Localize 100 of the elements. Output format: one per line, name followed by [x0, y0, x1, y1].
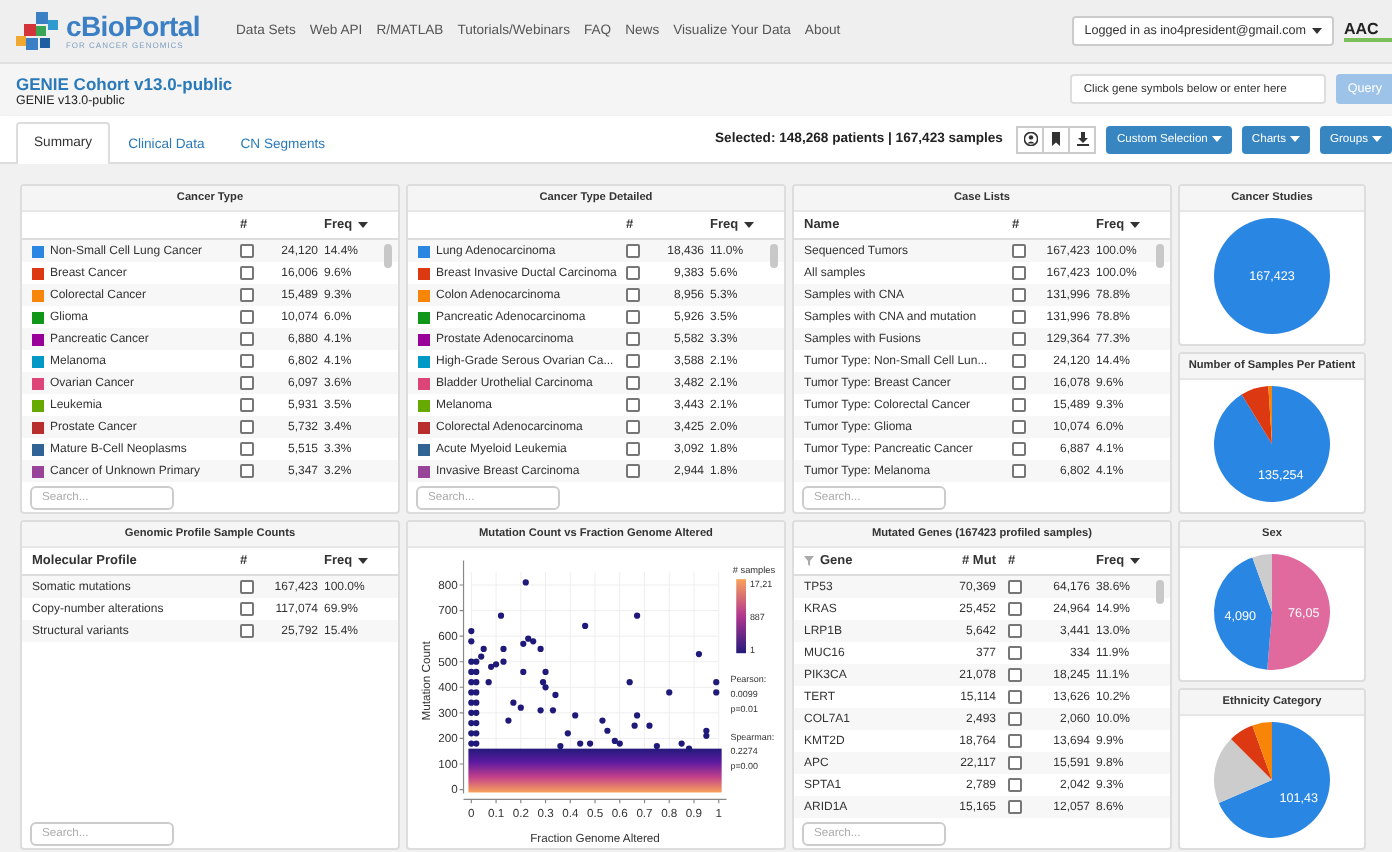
pie-slice[interactable] — [1214, 739, 1272, 804]
data-point[interactable] — [713, 689, 720, 696]
sort-caret-icon[interactable] — [358, 558, 369, 564]
scrollbar[interactable] — [1156, 244, 1164, 268]
data-point[interactable] — [537, 707, 544, 714]
checkbox[interactable] — [1008, 580, 1022, 594]
checkbox[interactable] — [240, 354, 254, 368]
data-point[interactable] — [500, 645, 507, 653]
data-point[interactable] — [539, 679, 547, 686]
data-point[interactable] — [542, 668, 549, 676]
data-point[interactable] — [473, 658, 480, 665]
checkbox[interactable] — [1012, 354, 1026, 368]
checkbox[interactable] — [240, 376, 254, 390]
data-point[interactable] — [468, 719, 475, 727]
checkbox[interactable] — [1008, 668, 1022, 682]
sort-caret-icon[interactable] — [744, 222, 755, 228]
checkbox[interactable] — [1008, 602, 1022, 616]
data-point[interactable] — [468, 699, 475, 706]
checkbox[interactable] — [626, 244, 640, 258]
data-point[interactable] — [631, 722, 638, 729]
pie-slice[interactable] — [1214, 557, 1272, 670]
checkbox[interactable] — [626, 442, 640, 456]
pie-slice[interactable] — [1214, 218, 1330, 334]
data-point[interactable] — [549, 707, 557, 714]
data-point[interactable] — [599, 717, 606, 724]
data-point[interactable] — [473, 679, 480, 686]
checkbox[interactable] — [240, 464, 254, 478]
download-button[interactable] — [1068, 125, 1097, 153]
data-point[interactable] — [478, 653, 485, 660]
checkbox[interactable] — [240, 420, 254, 434]
scrollbar[interactable] — [770, 244, 778, 268]
data-point[interactable] — [537, 645, 544, 653]
data-point[interactable] — [577, 740, 584, 747]
data-point[interactable] — [542, 684, 549, 691]
checkbox[interactable] — [1012, 332, 1026, 346]
data-point[interactable] — [616, 740, 623, 747]
checkbox[interactable] — [626, 420, 640, 434]
data-point[interactable] — [626, 679, 633, 686]
checkbox[interactable] — [240, 244, 254, 258]
data-point[interactable] — [646, 722, 653, 729]
data-point[interactable] — [653, 743, 660, 750]
checkbox[interactable] — [626, 354, 640, 368]
checkbox[interactable] — [1008, 646, 1022, 660]
checkbox[interactable] — [1012, 420, 1026, 434]
data-point[interactable] — [611, 737, 618, 745]
checkbox[interactable] — [1012, 310, 1026, 324]
data-point[interactable] — [468, 627, 475, 635]
checkbox[interactable] — [1008, 734, 1022, 748]
data-point[interactable] — [505, 717, 512, 724]
data-point[interactable] — [468, 730, 475, 737]
checkbox[interactable] — [240, 288, 254, 302]
data-point[interactable] — [473, 668, 480, 676]
checkbox[interactable] — [626, 266, 640, 280]
data-point[interactable] — [468, 689, 475, 696]
checkbox[interactable] — [240, 266, 254, 280]
checkbox[interactable] — [626, 398, 640, 412]
checkbox[interactable] — [240, 624, 254, 638]
partner-logo[interactable]: AAC — [1344, 20, 1392, 42]
sort-caret-icon[interactable] — [1130, 222, 1141, 228]
checkbox[interactable] — [1012, 442, 1026, 456]
data-point[interactable] — [522, 579, 529, 586]
checkbox[interactable] — [626, 332, 640, 346]
sort-caret-icon[interactable] — [358, 222, 369, 228]
data-point[interactable] — [492, 661, 500, 668]
data-point[interactable] — [473, 719, 480, 727]
data-point[interactable] — [552, 691, 559, 699]
checkbox[interactable] — [626, 288, 640, 302]
data-point[interactable] — [480, 645, 487, 653]
scrollbar[interactable] — [1156, 580, 1164, 604]
study-title[interactable]: GENIE Cohort v13.0-public — [16, 74, 233, 94]
checkbox[interactable] — [1008, 690, 1022, 704]
pie-slice[interactable] — [1241, 386, 1272, 444]
sort-caret-icon[interactable] — [1130, 558, 1141, 564]
data-point[interactable] — [473, 709, 480, 716]
pie-slice[interactable] — [1267, 554, 1330, 670]
data-point[interactable] — [713, 679, 720, 686]
pie-slice[interactable] — [1252, 554, 1272, 612]
data-point[interactable] — [572, 712, 579, 719]
pie-slice[interactable] — [1252, 722, 1272, 780]
data-point[interactable] — [500, 658, 507, 665]
data-point[interactable] — [557, 743, 564, 750]
data-point[interactable] — [468, 679, 475, 686]
data-point[interactable] — [666, 689, 673, 696]
data-point[interactable] — [520, 640, 527, 647]
data-point[interactable] — [586, 740, 594, 747]
checkbox[interactable] — [626, 310, 640, 324]
data-point[interactable] — [473, 689, 480, 696]
data-point[interactable] — [530, 638, 537, 645]
checkbox[interactable] — [1008, 712, 1022, 726]
data-point[interactable] — [488, 663, 495, 670]
data-point[interactable] — [468, 709, 475, 716]
bookmark-button[interactable] — [1042, 125, 1071, 153]
data-point[interactable] — [473, 699, 480, 706]
data-point[interactable] — [703, 732, 710, 739]
pie-slice[interactable] — [1231, 725, 1272, 780]
data-point[interactable] — [582, 622, 589, 630]
data-point[interactable] — [468, 638, 475, 645]
data-point[interactable] — [510, 699, 517, 706]
checkbox[interactable] — [1012, 244, 1026, 258]
data-point[interactable] — [633, 612, 641, 619]
